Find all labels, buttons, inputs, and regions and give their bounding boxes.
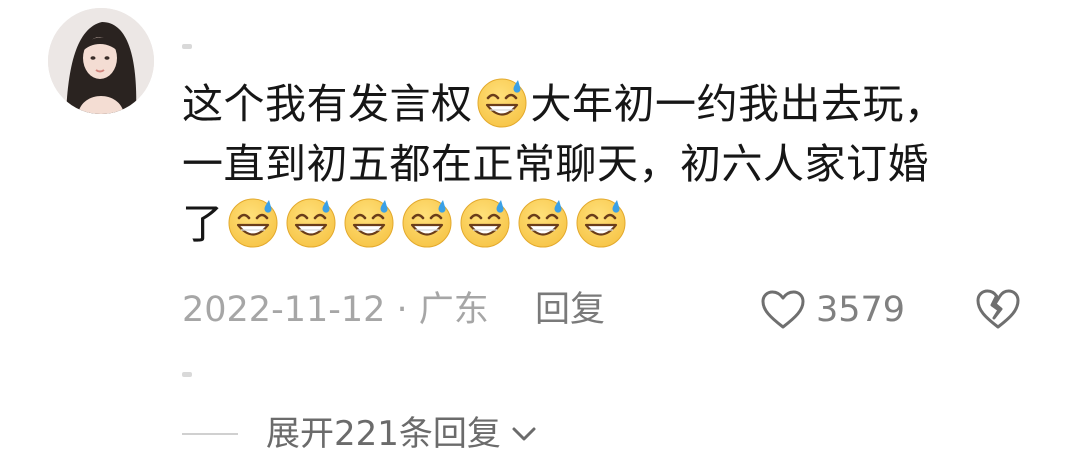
avatar-image xyxy=(48,8,154,114)
comment-line-1: 这个我有发言权 大年初一约我出去玩， xyxy=(182,74,1002,134)
comment-line-2: 一直到初五都在正常聊天，初六人家订婚 xyxy=(182,140,929,188)
grinning-sweat-emoji-icon xyxy=(399,194,455,250)
broken-heart-icon xyxy=(976,289,1020,329)
expand-replies-button[interactable]: 展开221条回复 xyxy=(182,414,539,454)
comment-segment: 了 xyxy=(182,200,224,248)
grinning-sweat-emoji-icon xyxy=(573,194,629,250)
avatar[interactable] xyxy=(48,8,154,114)
dislike-button[interactable] xyxy=(974,287,1022,331)
heart-outline-icon xyxy=(761,290,805,329)
decorative-mark xyxy=(182,372,192,377)
reply-button[interactable]: 回复 xyxy=(535,288,605,332)
divider xyxy=(182,433,238,435)
comment-text: 这个我有发言权 大年初一约我出去玩， 一直到初五都在正常聊天，初六人家订婚 了 xyxy=(182,74,1002,254)
grinning-sweat-emoji-icon xyxy=(341,194,397,250)
like-button[interactable]: 3579 xyxy=(760,284,905,336)
comment-segment: 大年初一约我出去玩， xyxy=(530,80,946,128)
comment-date-location: 2022-11-12 · 广东 xyxy=(182,290,489,330)
grinning-sweat-emoji-icon xyxy=(515,194,571,250)
grinning-sweat-emoji-icon xyxy=(283,194,339,250)
decorative-mark xyxy=(182,44,192,49)
chevron-down-icon xyxy=(509,424,539,444)
like-count: 3579 xyxy=(816,290,906,330)
comment-segment: 这个我有发言权 xyxy=(182,80,473,128)
grinning-sweat-emoji-icon xyxy=(457,194,513,250)
emoji-row xyxy=(224,198,630,248)
expand-replies-label: 展开221条回复 xyxy=(266,414,501,454)
grinning-sweat-emoji-icon xyxy=(225,194,281,250)
comment-line-3: 了 xyxy=(182,194,1002,254)
grinning-sweat-emoji-icon xyxy=(474,74,530,130)
